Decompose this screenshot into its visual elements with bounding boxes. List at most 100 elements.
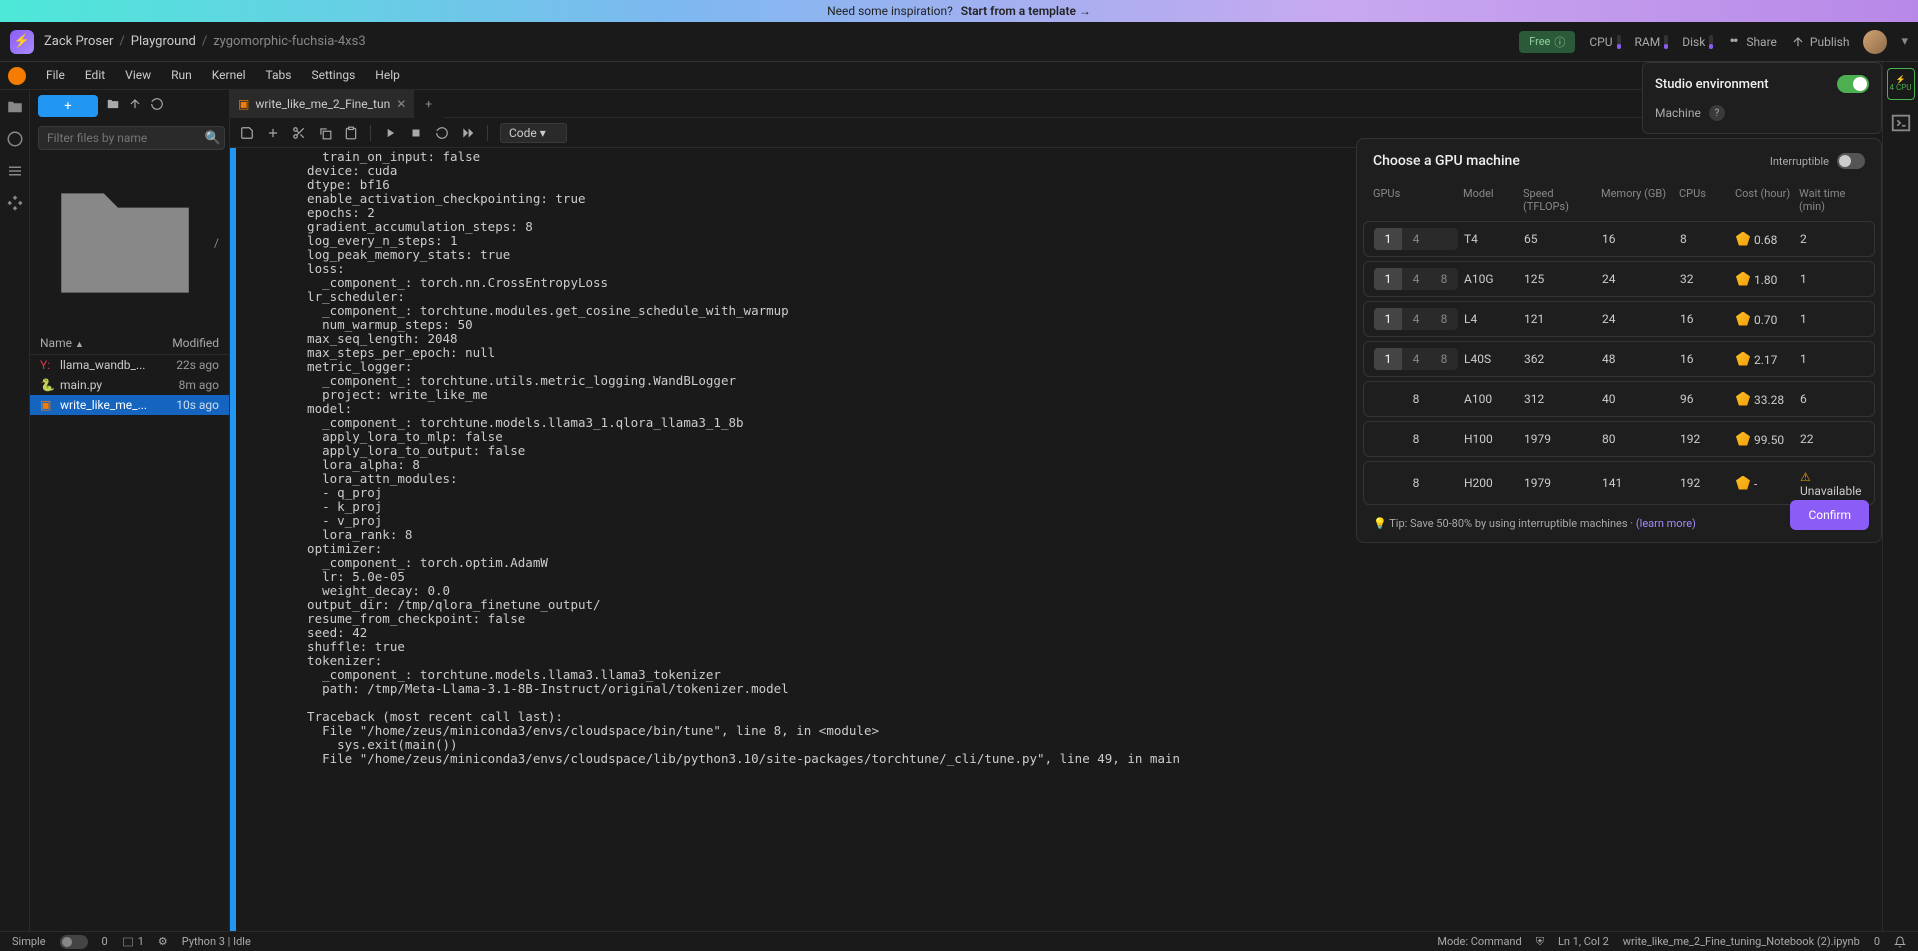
simple-mode[interactable]: Simple	[12, 935, 46, 948]
gpu-model: L40S	[1464, 352, 1524, 366]
topbar: ⚡ Zack Proser / Playground / zygomorphic…	[0, 22, 1918, 62]
new-launcher-button[interactable]: +	[38, 95, 98, 117]
file-row[interactable]: 🐍main.py8m ago	[30, 375, 229, 395]
gear-icon[interactable]: ⚙	[158, 935, 168, 948]
gpu-row-A10G[interactable]: 148A10G12524321.801	[1363, 261, 1875, 297]
banner-text: Need some inspiration?	[827, 4, 953, 18]
save-icon[interactable]	[240, 126, 254, 140]
gpu-row-T4[interactable]: 14T4651680.682	[1363, 221, 1875, 257]
plan-badge[interactable]: Freeⓘ	[1519, 31, 1575, 53]
stop-icon[interactable]	[409, 126, 423, 140]
toc-icon[interactable]	[6, 162, 24, 180]
gpu-opt-1[interactable]: 1	[1374, 348, 1402, 370]
run-all-icon[interactable]	[461, 126, 475, 140]
gpu-row-L40S[interactable]: 148L40S36248162.171	[1363, 341, 1875, 377]
breadcrumb-user[interactable]: Zack Proser	[44, 34, 113, 49]
gpu-opt-1[interactable]: 1	[1374, 308, 1402, 330]
chevron-down-icon[interactable]: ▾	[1901, 34, 1908, 49]
gpu-row-H100[interactable]: 8H10019798019299.5022	[1363, 421, 1875, 457]
gpu-row-L4[interactable]: 148L412124160.701	[1363, 301, 1875, 337]
gpu-opt-1[interactable]: 1	[1374, 268, 1402, 290]
trust-icon[interactable]: ⛨	[1536, 935, 1544, 949]
path-breadcrumb[interactable]: /	[30, 154, 229, 332]
confirm-button[interactable]: Confirm	[1790, 500, 1869, 530]
cell-type-select[interactable]: Code ▾	[500, 123, 567, 143]
file-time: 10s ago	[159, 398, 219, 412]
gpu-chooser-panel: Choose a GPU machine Interruptible GPUs …	[1356, 138, 1882, 543]
menu-kernel[interactable]: Kernel	[202, 64, 256, 86]
breadcrumb-playground[interactable]: Playground	[131, 34, 196, 49]
gpu-opt-8[interactable]: 8	[1430, 348, 1458, 370]
app-logo[interactable]: ⚡	[10, 30, 34, 54]
file-row[interactable]: ▣write_like_me_...10s ago	[30, 395, 229, 415]
gpu-count-options[interactable]: 14	[1374, 228, 1458, 250]
banner-link[interactable]: Start from a template →	[961, 4, 1091, 18]
folder-icon[interactable]	[6, 98, 24, 116]
publish-button[interactable]: Publish	[1791, 35, 1850, 49]
filter-files-input[interactable]	[38, 126, 225, 150]
restart-icon[interactable]	[435, 126, 449, 140]
gpu-opt-8[interactable]: 8	[1430, 308, 1458, 330]
copy-icon[interactable]	[318, 126, 332, 140]
menu-settings[interactable]: Settings	[301, 64, 365, 86]
notebook-icon: ▣	[238, 97, 249, 111]
bell-icon[interactable]	[1894, 936, 1906, 948]
run-icon[interactable]	[383, 126, 397, 140]
gpu-cpus: 16	[1680, 352, 1736, 366]
gpu-row-H200[interactable]: 8H2001979141192-⚠Unavailable	[1363, 461, 1875, 505]
help-icon[interactable]: ?	[1709, 105, 1725, 121]
new-tab-button[interactable]: +	[415, 90, 443, 118]
col-modified[interactable]: Modified	[159, 336, 219, 350]
menu-view[interactable]: View	[115, 64, 161, 86]
terminal-icon[interactable]	[1890, 112, 1912, 134]
gpu-row-A100[interactable]: 8A100312409633.286	[1363, 381, 1875, 417]
simple-toggle[interactable]	[60, 935, 88, 949]
col-name[interactable]: Name ▲	[40, 336, 159, 350]
cut-icon[interactable]	[292, 126, 306, 140]
paste-icon[interactable]	[344, 126, 358, 140]
tab-label: write_like_me_2_Fine_tun	[255, 97, 390, 111]
menu-file[interactable]: File	[36, 64, 75, 86]
compute-chip[interactable]: ⚡4 CPU	[1887, 68, 1915, 100]
status-bar: Simple 0 1 ⚙ Python 3 | Idle Mode: Comma…	[0, 931, 1918, 951]
env-toggle[interactable]	[1837, 75, 1869, 93]
gpu-model: T4	[1464, 232, 1524, 246]
gpu-count-options[interactable]: 148	[1374, 308, 1458, 330]
menu-run[interactable]: Run	[161, 64, 202, 86]
gpu-wait: 1	[1800, 312, 1864, 326]
gpu-count-options[interactable]: 148	[1374, 268, 1458, 290]
terminal-indicator[interactable]: 1	[122, 935, 144, 948]
menu-tabs[interactable]: Tabs	[255, 64, 301, 86]
disk-meter: Disk	[1682, 35, 1713, 49]
gpu-speed: 362	[1524, 352, 1602, 366]
gem-icon	[1736, 476, 1750, 490]
gpu-opt-1[interactable]: 1	[1374, 228, 1402, 250]
menu-help[interactable]: Help	[365, 64, 410, 86]
upload-icon[interactable]	[128, 97, 142, 115]
gpu-opt-8[interactable]: 8	[1430, 268, 1458, 290]
extension-icon[interactable]	[6, 194, 24, 212]
gpu-memory: 141	[1602, 476, 1680, 490]
new-folder-icon[interactable]	[106, 97, 120, 115]
gpu-opt-4[interactable]: 4	[1402, 268, 1430, 290]
refresh-icon[interactable]	[150, 97, 164, 115]
running-icon[interactable]	[6, 130, 24, 148]
gpu-speed: 121	[1524, 312, 1602, 326]
gpu-opt-4[interactable]: 4	[1402, 228, 1430, 250]
menu-edit[interactable]: Edit	[75, 64, 115, 86]
share-button[interactable]: Share	[1727, 35, 1777, 49]
user-avatar[interactable]	[1863, 30, 1887, 54]
file-row[interactable]: Y:llama_wandb_...22s ago	[30, 355, 229, 375]
close-icon[interactable]: ✕	[396, 97, 406, 111]
activity-bar	[0, 90, 30, 931]
interruptible-toggle[interactable]	[1837, 153, 1865, 169]
breadcrumb-project[interactable]: zygomorphic-fuchsia-4xs3	[213, 34, 365, 49]
kernel-status[interactable]: Python 3 | Idle	[182, 935, 251, 948]
gpu-opt-4[interactable]: 4	[1402, 308, 1430, 330]
learn-more-link[interactable]: (learn more)	[1636, 517, 1696, 530]
tab-notebook[interactable]: ▣ write_like_me_2_Fine_tun ✕	[230, 90, 415, 118]
gpu-count-options[interactable]: 148	[1374, 348, 1458, 370]
gpu-opt-4[interactable]: 4	[1402, 348, 1430, 370]
breadcrumb-sep: /	[202, 34, 207, 49]
add-cell-icon[interactable]	[266, 126, 280, 140]
